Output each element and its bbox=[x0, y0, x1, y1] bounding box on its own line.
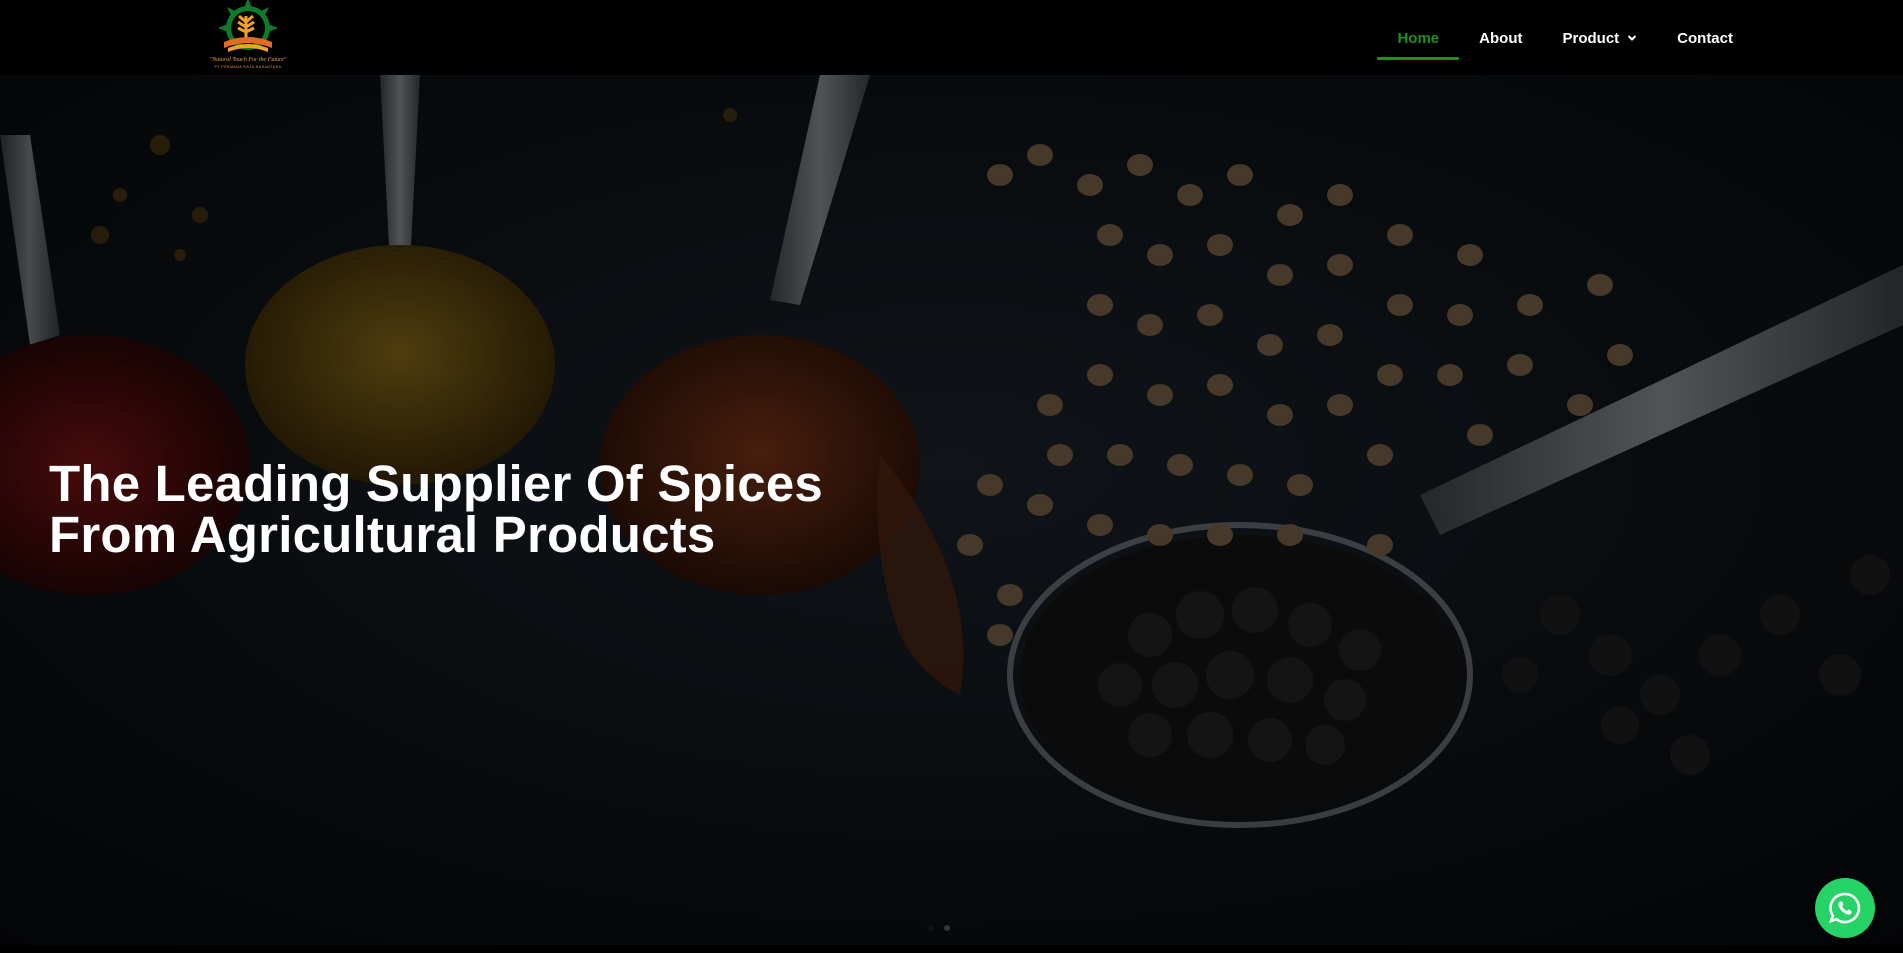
logo-tagline: "Natural Touch For the Future" bbox=[209, 57, 287, 63]
nav-item-product[interactable]: Product bbox=[1542, 16, 1657, 60]
nav-item-contact[interactable]: Contact bbox=[1657, 16, 1753, 60]
page-bottom-edge bbox=[0, 945, 1903, 953]
slider-pagination bbox=[928, 925, 950, 931]
site-header: "Natural Touch For the Future" PT PERMAN… bbox=[0, 0, 1903, 75]
logo-company: PT PERMANA RAJA NUSANTARA bbox=[214, 65, 282, 69]
nav-item-label: About bbox=[1479, 29, 1523, 47]
nav-item-label: Product bbox=[1562, 29, 1620, 47]
hero-title-line-2: From Agricultural Products bbox=[49, 506, 716, 563]
slider-dot-2[interactable] bbox=[944, 925, 950, 931]
site-logo[interactable]: "Natural Touch For the Future" PT PERMAN… bbox=[194, 0, 302, 72]
logo-emblem-icon bbox=[218, 0, 278, 52]
main-nav: Home About Product Contact bbox=[1377, 16, 1753, 60]
hero-title-line-1: The Leading Supplier Of Spices bbox=[49, 455, 823, 512]
nav-item-label: Home bbox=[1397, 29, 1440, 47]
hero-slider: The Leading Supplier Of Spices From Agri… bbox=[0, 75, 1903, 945]
slider-dot-1[interactable] bbox=[928, 925, 934, 931]
nav-item-home[interactable]: Home bbox=[1377, 16, 1459, 60]
chevron-down-icon bbox=[1627, 35, 1637, 41]
whatsapp-button[interactable] bbox=[1815, 878, 1875, 938]
hero-title: The Leading Supplier Of Spices From Agri… bbox=[49, 458, 949, 560]
nav-item-about[interactable]: About bbox=[1459, 16, 1542, 60]
whatsapp-icon bbox=[1828, 892, 1861, 924]
nav-item-label: Contact bbox=[1677, 29, 1733, 47]
